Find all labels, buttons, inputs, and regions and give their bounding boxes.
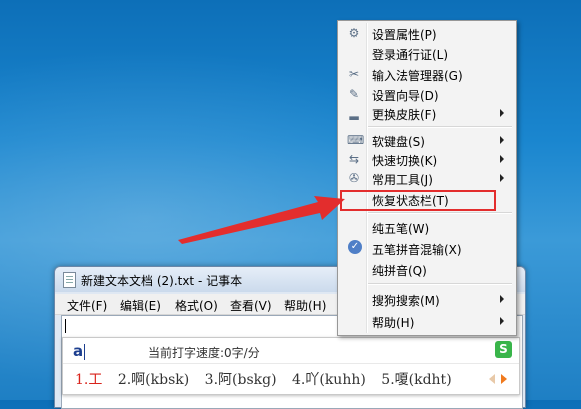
annotation-arrow-icon [178,196,345,244]
